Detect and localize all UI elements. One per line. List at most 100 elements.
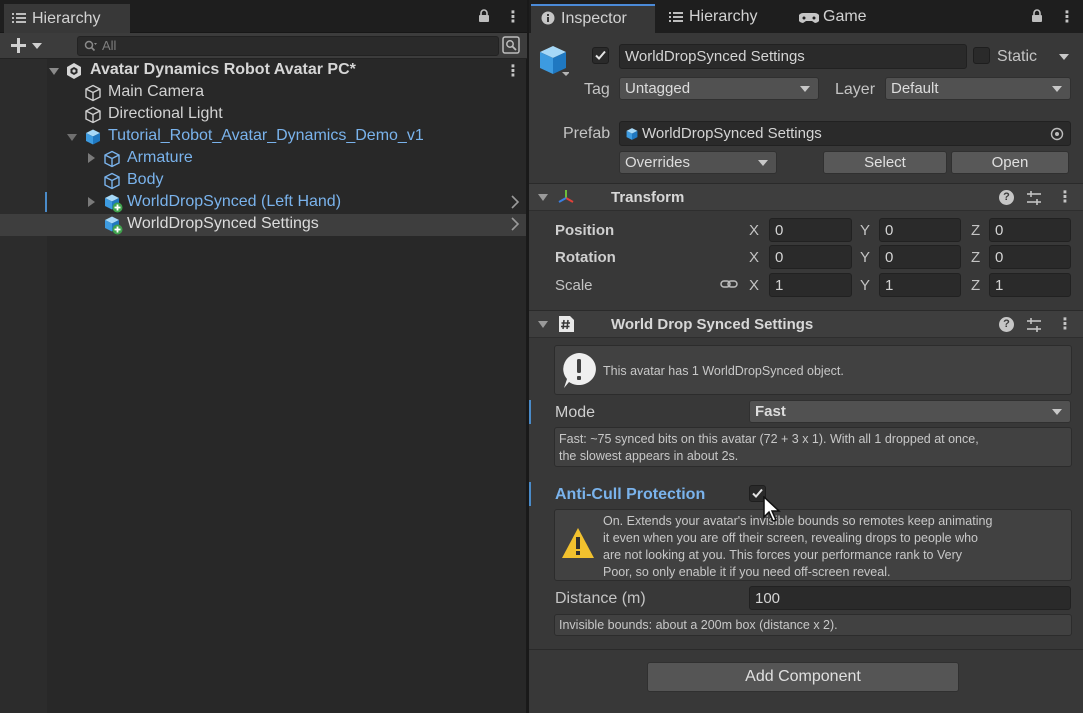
position-x-field[interactable]: 0	[769, 218, 852, 242]
active-checkbox[interactable]	[592, 47, 609, 64]
prefab-cube-icon	[84, 128, 102, 146]
presets-icon[interactable]	[1026, 317, 1042, 333]
rotation-z-field[interactable]: 0	[989, 245, 1071, 269]
link-icon[interactable]	[720, 278, 738, 290]
add-component-button[interactable]: Add Component	[647, 662, 959, 692]
transform-kebab-icon[interactable]: ⋮	[1057, 187, 1073, 207]
warning-line-1: On. Extends your avatar's invisible boun…	[603, 514, 993, 528]
axis-z-label: Z	[971, 249, 981, 266]
tab-inspector[interactable]: Inspector	[531, 4, 655, 34]
scale-x-field[interactable]: 1	[769, 273, 852, 297]
hierarchy-item-label: WorldDropSynced (Left Hand)	[127, 193, 342, 210]
prefab-field[interactable]: WorldDropSynced Settings	[619, 121, 1071, 146]
expand-arrow-icon[interactable]	[88, 197, 95, 207]
position-z-field[interactable]: 0	[989, 218, 1071, 242]
axis-x-label: X	[749, 249, 760, 266]
fold-arrow-icon[interactable]	[67, 134, 77, 141]
add-object-button[interactable]	[10, 36, 46, 56]
warning-icon	[560, 526, 596, 560]
help-icon[interactable]: ?	[999, 317, 1014, 332]
search-input[interactable]: All	[77, 36, 499, 56]
tag-label: Tag	[584, 81, 610, 98]
scale-y-field[interactable]: 1	[879, 273, 961, 297]
distance-field[interactable]: 100	[749, 586, 1071, 610]
layer-dropdown[interactable]: Default	[885, 77, 1071, 100]
static-label: Static	[997, 48, 1038, 65]
tab-hierarchy[interactable]: Hierarchy	[4, 4, 130, 34]
tag-value: Untagged	[625, 80, 691, 97]
hierarchy-item-label: Body	[127, 171, 164, 188]
axis-y-label: Y	[860, 277, 871, 294]
gameobject-cube-icon	[84, 106, 102, 124]
object-name-field[interactable]: WorldDropSynced Settings	[619, 44, 967, 69]
fold-arrow-icon[interactable]	[49, 68, 59, 75]
open-button[interactable]: Open	[951, 151, 1069, 174]
wds-header[interactable]: World Drop Synced Settings ? ⋮	[529, 310, 1083, 338]
hierarchy-item-label: Tutorial_Robot_Avatar_Dynamics_Demo_v1	[108, 127, 424, 144]
hierarchy-item-label: Armature	[127, 149, 193, 166]
kebab-menu-icon[interactable]: ⋮	[505, 7, 521, 27]
chevron-down-icon	[800, 86, 810, 92]
hierarchy-row-body[interactable]: Body	[0, 170, 526, 192]
transform-header[interactable]: Transform ? ⋮	[529, 183, 1083, 211]
mode-dropdown[interactable]: Fast	[749, 400, 1071, 423]
tab-hierarchy-2[interactable]: Hierarchy	[659, 4, 783, 34]
distance-label: Distance (m)	[555, 590, 646, 607]
expand-arrow-icon[interactable]	[88, 153, 95, 163]
overrides-dropdown[interactable]: Overrides	[619, 151, 777, 174]
info-box: This avatar has 1 WorldDropSynced object…	[554, 345, 1072, 395]
axis-y-label: Y	[860, 222, 871, 239]
help-icon[interactable]: ?	[999, 190, 1014, 205]
hierarchy-item-label: Avatar Dynamics Robot Avatar PC*	[90, 61, 356, 78]
kebab-menu-icon[interactable]: ⋮	[1059, 7, 1075, 27]
hierarchy-row-main-camera[interactable]: Main Camera	[0, 82, 526, 104]
mode-label: Mode	[555, 404, 596, 421]
static-dropdown-icon[interactable]	[1059, 54, 1069, 60]
hierarchy-tab-bar: Hierarchy ⋮	[0, 0, 527, 34]
select-button[interactable]: Select	[823, 151, 947, 174]
hierarchy-row-prefab-root[interactable]: Tutorial_Robot_Avatar_Dynamics_Demo_v1	[0, 126, 526, 148]
static-checkbox[interactable]	[973, 47, 990, 64]
hierarchy-row-worlddropsynced-settings[interactable]: WorldDropSynced Settings	[0, 214, 526, 236]
chevron-down-icon	[1052, 409, 1062, 415]
mode-value: Fast	[755, 403, 786, 420]
lock-icon[interactable]	[478, 9, 490, 23]
chevron-right-icon[interactable]	[510, 195, 520, 209]
tab-hierarchy-2-label: Hierarchy	[689, 8, 758, 25]
wds-kebab-icon[interactable]: ⋮	[1057, 314, 1073, 334]
fold-arrow-icon[interactable]	[538, 321, 548, 328]
tab-hierarchy-label: Hierarchy	[32, 10, 101, 27]
scale-z-field[interactable]: 1	[989, 273, 1071, 297]
axis-z-label: Z	[971, 277, 981, 294]
layer-label: Layer	[835, 81, 876, 98]
prefab-cube-icon	[625, 127, 639, 141]
gamepad-icon	[799, 12, 819, 24]
rotation-x-field[interactable]: 0	[769, 245, 852, 269]
fold-arrow-icon[interactable]	[538, 194, 548, 201]
axis-x-label: X	[749, 222, 760, 239]
object-picker-icon[interactable]	[1050, 127, 1064, 141]
hierarchy-row-armature[interactable]: Armature	[0, 148, 526, 170]
hierarchy-row-worlddropsynced-left-hand[interactable]: WorldDropSynced (Left Hand)	[0, 192, 526, 214]
mode-help-box: Fast: ~75 synced bits on this avatar (72…	[554, 427, 1072, 467]
chevron-right-icon[interactable]	[510, 217, 520, 231]
transform-title: Transform	[611, 189, 685, 206]
hierarchy-row-scene[interactable]: Avatar Dynamics Robot Avatar PC* ⋮	[0, 60, 526, 82]
scene-kebab-icon[interactable]: ⋮	[505, 61, 521, 81]
rotation-y-field[interactable]: 0	[879, 245, 961, 269]
position-y-field[interactable]: 0	[879, 218, 961, 242]
warning-line-3: are not looking at you. This forces your…	[603, 548, 962, 562]
presets-icon[interactable]	[1026, 190, 1042, 206]
hierarchy-row-directional-light[interactable]: Directional Light	[0, 104, 526, 126]
warning-line-4: Poor, so only enable it if you need off-…	[603, 565, 891, 579]
tab-game[interactable]: Game	[789, 4, 879, 34]
gameobject-cube-icon	[103, 150, 121, 168]
warning-box: On. Extends your avatar's invisible boun…	[554, 509, 1072, 581]
info-text: This avatar has 1 WorldDropSynced object…	[603, 364, 844, 378]
scene-visibility-icon[interactable]	[502, 36, 520, 54]
tag-dropdown[interactable]: Untagged	[619, 77, 819, 100]
prefab-added-icon	[103, 215, 123, 235]
lock-icon[interactable]	[1031, 9, 1043, 23]
mode-help-line-2: the slowest appears in about 2s.	[559, 449, 739, 463]
overrides-label: Overrides	[625, 154, 691, 171]
